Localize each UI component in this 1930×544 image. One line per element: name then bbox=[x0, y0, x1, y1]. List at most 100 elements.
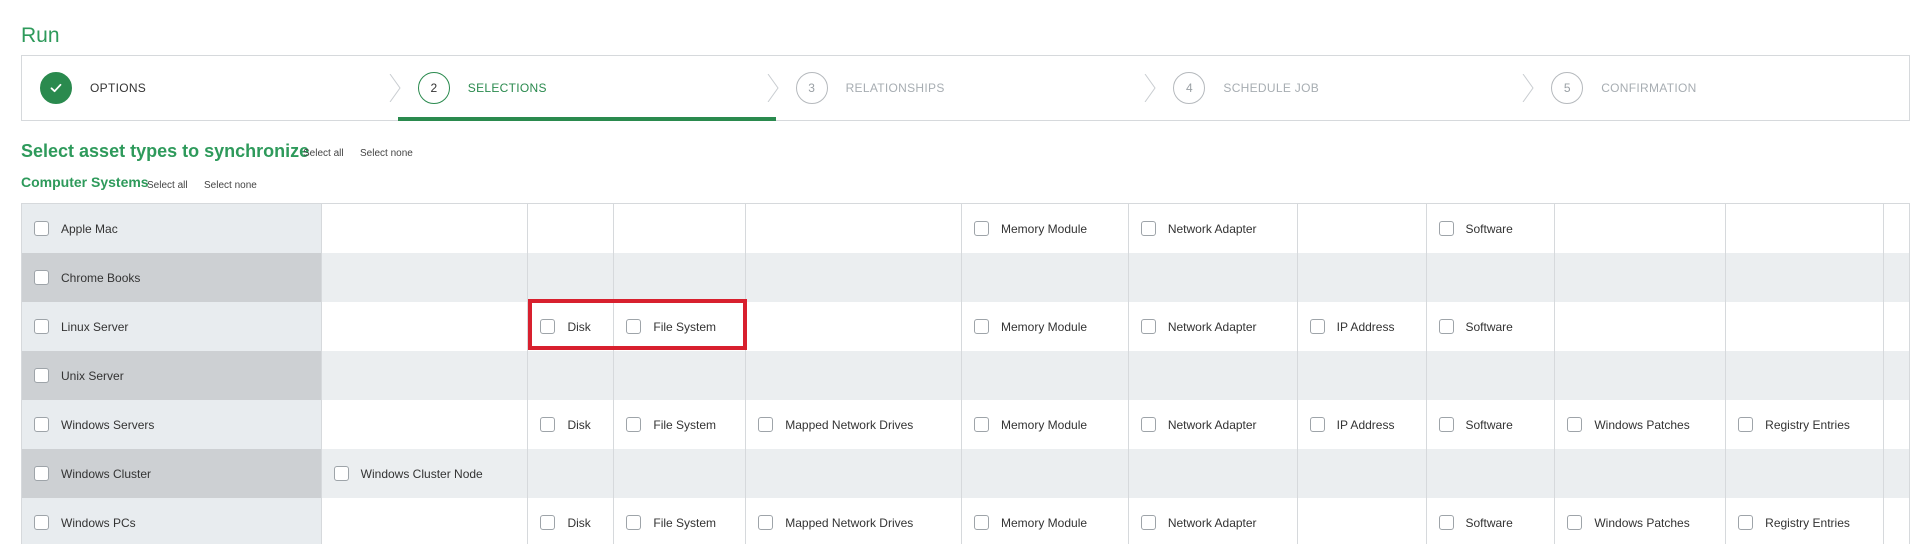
checkbox[interactable] bbox=[974, 221, 989, 236]
grid-cell bbox=[962, 351, 1129, 400]
row-label: Windows Cluster bbox=[61, 466, 152, 481]
option-label: Windows Patches bbox=[1594, 515, 1690, 530]
step-label: RELATIONSHIPS bbox=[845, 81, 945, 95]
option-label: Memory Module bbox=[1001, 221, 1088, 236]
checkbox[interactable] bbox=[1438, 221, 1454, 236]
grid-cell: Software bbox=[1427, 302, 1556, 351]
checkbox[interactable] bbox=[1438, 515, 1454, 530]
grid-cell bbox=[746, 351, 962, 400]
option-label: Registry Entries bbox=[1765, 515, 1850, 530]
checkbox[interactable] bbox=[974, 417, 989, 432]
grid-cell bbox=[1298, 498, 1427, 544]
checkbox[interactable] bbox=[1567, 417, 1583, 432]
option-label: Mapped Network Drives bbox=[785, 417, 914, 432]
grid-cell bbox=[614, 204, 747, 253]
chevron-right-icon bbox=[1136, 74, 1162, 102]
checkbox[interactable] bbox=[540, 417, 556, 432]
checkbox[interactable] bbox=[1738, 417, 1754, 432]
grid-cell: Registry Entries bbox=[1726, 400, 1884, 449]
grid-cell bbox=[528, 351, 615, 400]
checkbox[interactable] bbox=[540, 319, 556, 334]
table-row: Chrome Books bbox=[22, 253, 1909, 302]
section-select-none-link[interactable]: Select none bbox=[360, 148, 413, 159]
option-label: Disk bbox=[567, 515, 591, 530]
grid-cell: IP Address bbox=[1298, 400, 1427, 449]
checkbox[interactable] bbox=[1567, 515, 1583, 530]
grid-cell bbox=[1129, 351, 1298, 400]
grid-cell bbox=[1726, 204, 1884, 253]
grid-cell: File System bbox=[614, 498, 747, 544]
step-number: 4 bbox=[1173, 72, 1206, 104]
checkbox[interactable] bbox=[540, 515, 556, 530]
grid-cell bbox=[1427, 253, 1556, 302]
checkbox[interactable] bbox=[626, 515, 642, 530]
grid-cell bbox=[1129, 253, 1298, 302]
checkbox[interactable] bbox=[626, 417, 642, 432]
grid-cell bbox=[1555, 351, 1727, 400]
asset-type-grid: Apple Mac Memory Module Network Adapter Sof… bbox=[21, 203, 1910, 544]
step-number: 2 bbox=[417, 72, 450, 104]
grid-cell bbox=[1555, 449, 1727, 498]
table-row: Linux Server Disk File System Memory Module… bbox=[22, 302, 1909, 351]
checkbox[interactable] bbox=[1309, 319, 1325, 334]
section-select-all-link[interactable]: Select all bbox=[303, 148, 344, 159]
row-header-cell: Unix Server bbox=[22, 351, 322, 400]
step-1[interactable]: OPTIONS bbox=[22, 56, 401, 120]
grid-cell: File System bbox=[614, 400, 747, 449]
option-label: Registry Entries bbox=[1765, 417, 1850, 432]
checkbox[interactable] bbox=[333, 466, 349, 481]
grid-cell bbox=[1298, 351, 1427, 400]
checkbox[interactable] bbox=[758, 417, 774, 432]
grid-cell: Software bbox=[1427, 204, 1556, 253]
group-select-none-link[interactable]: Select none bbox=[204, 180, 257, 191]
option-label: File System bbox=[653, 515, 717, 530]
checkbox[interactable] bbox=[626, 319, 642, 334]
step-2[interactable]: 2 SELECTIONS bbox=[397, 56, 779, 121]
checkbox[interactable] bbox=[34, 319, 49, 334]
option-label: Software bbox=[1465, 319, 1513, 334]
checkbox[interactable] bbox=[758, 515, 774, 530]
checkbox[interactable] bbox=[34, 515, 49, 530]
checkbox[interactable] bbox=[974, 515, 989, 530]
checkbox[interactable] bbox=[1438, 319, 1454, 334]
group-select-all-link[interactable]: Select all bbox=[147, 180, 188, 191]
option-label: Disk bbox=[567, 319, 591, 334]
grid-cell bbox=[614, 351, 747, 400]
grid-cell bbox=[1298, 449, 1427, 498]
option-label: Disk bbox=[567, 417, 591, 432]
checkbox[interactable] bbox=[1438, 417, 1454, 432]
checkbox[interactable] bbox=[1309, 417, 1325, 432]
grid-cell bbox=[1427, 449, 1556, 498]
page-title: Run bbox=[21, 24, 60, 47]
checkbox[interactable] bbox=[34, 368, 49, 383]
checkbox[interactable] bbox=[1738, 515, 1754, 530]
grid-cell: Mapped Network Drives bbox=[746, 498, 962, 544]
checkbox[interactable] bbox=[34, 270, 49, 285]
checkbox[interactable] bbox=[1140, 417, 1156, 432]
grid-cell bbox=[1726, 449, 1884, 498]
step-label: SELECTIONS bbox=[467, 81, 547, 95]
checkbox[interactable] bbox=[974, 319, 989, 334]
checkbox[interactable] bbox=[1140, 221, 1156, 236]
step-4[interactable]: 4 SCHEDULE JOB bbox=[1153, 56, 1534, 120]
table-row: Windows Servers Disk File System Mapped Net… bbox=[22, 400, 1909, 449]
step-3[interactable]: 3 RELATIONSHIPS bbox=[776, 56, 1157, 120]
step-5[interactable]: 5 CONFIRMATION bbox=[1531, 56, 1909, 120]
grid-cell: IP Address bbox=[1298, 302, 1427, 351]
grid-cell bbox=[322, 204, 529, 253]
row-label: Windows Servers bbox=[61, 417, 155, 432]
step-label: SCHEDULE JOB bbox=[1223, 81, 1320, 95]
wizard-stepper: OPTIONS 2 SELECTIONS 3 RELATIONSHIPS 4 SCHEDUL… bbox=[21, 55, 1910, 121]
checkbox[interactable] bbox=[34, 221, 49, 236]
step-number: 5 bbox=[1551, 72, 1584, 104]
checkbox[interactable] bbox=[1140, 319, 1156, 334]
grid-cell bbox=[1726, 351, 1884, 400]
checkbox[interactable] bbox=[34, 417, 49, 432]
grid-cell bbox=[1884, 498, 1909, 544]
option-label: Software bbox=[1465, 515, 1513, 530]
check-icon bbox=[40, 72, 72, 104]
row-header-cell: Windows Servers bbox=[22, 400, 322, 449]
option-label: Network Adapter bbox=[1167, 417, 1257, 432]
checkbox[interactable] bbox=[34, 466, 49, 481]
checkbox[interactable] bbox=[1140, 515, 1156, 530]
